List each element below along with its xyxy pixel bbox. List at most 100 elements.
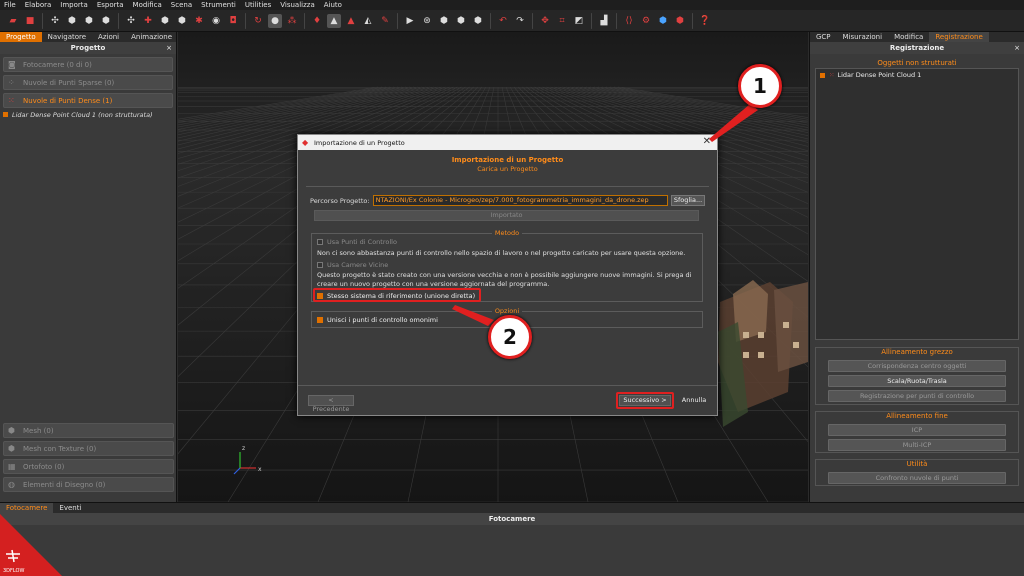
menu-importa[interactable]: Importa bbox=[60, 1, 88, 9]
menu-strumenti[interactable]: Strumenti bbox=[201, 1, 236, 9]
stats-icon[interactable]: ▟ bbox=[597, 14, 611, 28]
tab-azioni[interactable]: Azioni bbox=[92, 32, 125, 42]
use-control-points-option[interactable]: Usa Punti di Controllo bbox=[317, 238, 397, 246]
point-cloud-icon: ⁙ bbox=[829, 71, 835, 79]
section-icon[interactable]: ◩ bbox=[572, 14, 586, 28]
category-sparse-clouds[interactable]: ⁘ Nuvole di Punti Sparse (0) bbox=[3, 75, 173, 90]
left-bottom-categories: ⬢ Mesh (0) ⬢ Mesh con Texture (0) ▦ Orto… bbox=[0, 420, 177, 492]
drawing-elements-icon: ◍ bbox=[8, 480, 15, 489]
imported-button[interactable]: Importato bbox=[314, 210, 699, 221]
toolbar-separator bbox=[692, 12, 693, 29]
dialog-subheading: Carica un Progetto bbox=[477, 165, 538, 173]
close-icon[interactable]: ✕ bbox=[703, 136, 711, 147]
triangle-icon[interactable]: ▲ bbox=[344, 14, 358, 28]
tab-eventi[interactable]: Eventi bbox=[53, 503, 87, 513]
object-center-match-button[interactable]: Corrispondenza centro oggetti bbox=[828, 360, 1006, 372]
save-project-icon[interactable]: ■ bbox=[23, 14, 37, 28]
close-icon[interactable]: × bbox=[1014, 42, 1020, 54]
unstructured-objects-list[interactable]: ⁙ Lidar Dense Point Cloud 1 bbox=[815, 68, 1019, 340]
coarse-alignment-group: Allineamento grezzo Corrispondenza centr… bbox=[815, 347, 1019, 405]
use-near-cameras-option[interactable]: Usa Camere Vicine bbox=[317, 261, 388, 269]
close-icon[interactable]: × bbox=[166, 42, 172, 54]
texture-icon[interactable]: ✱ bbox=[192, 14, 206, 28]
cube-blue-icon[interactable]: ⬢ bbox=[656, 14, 670, 28]
tab-progetto[interactable]: Progetto bbox=[0, 32, 42, 42]
cameras-panel-title: Fotocamere bbox=[0, 513, 1024, 525]
category-mesh[interactable]: ⬢ Mesh (0) bbox=[3, 423, 174, 438]
tab-misurazioni[interactable]: Misurazioni bbox=[837, 32, 889, 42]
cube-b-icon[interactable]: ⬢ bbox=[454, 14, 468, 28]
menu-visualizza[interactable]: Visualizza bbox=[280, 1, 314, 9]
cube-c-icon[interactable]: ⬢ bbox=[471, 14, 485, 28]
category-cameras[interactable]: ◙ Fotocamere (0 di 0) bbox=[3, 57, 173, 72]
menu-modifica[interactable]: Modifica bbox=[133, 1, 162, 9]
dense-cloud-icon[interactable]: ⬢ bbox=[82, 14, 96, 28]
control-point-registration-button[interactable]: Registrazione per punti di controllo bbox=[828, 390, 1006, 402]
open-project-icon[interactable]: ▰ bbox=[6, 14, 20, 28]
merge-control-points-checkbox[interactable] bbox=[317, 317, 323, 323]
measure-icon[interactable]: ◭ bbox=[361, 14, 375, 28]
icp-button[interactable]: ICP bbox=[828, 424, 1006, 436]
cube-edit-icon[interactable]: ⬢ bbox=[175, 14, 189, 28]
mesh-icon[interactable]: ⬢ bbox=[99, 14, 113, 28]
scale-rotate-translate-button[interactable]: Scala/Ruota/Trasla bbox=[828, 375, 1006, 387]
utilities-group: Utilità Confronto nuvole di punti bbox=[815, 459, 1019, 486]
menu-utilities[interactable]: Utilities bbox=[245, 1, 271, 9]
category-orthophoto[interactable]: ▦ Ortofoto (0) bbox=[3, 459, 174, 474]
redo-icon[interactable]: ↷ bbox=[513, 14, 527, 28]
menu-elabora[interactable]: Elabora bbox=[25, 1, 52, 9]
grid-sphere-icon[interactable]: ⊛ bbox=[420, 14, 434, 28]
screenshot-icon[interactable]: ◘ bbox=[226, 14, 240, 28]
dialog-header: Importazione di un Progetto Carica un Pr… bbox=[298, 150, 717, 186]
category-dense-clouds[interactable]: ⁙ Nuvole di Punti Dense (1) bbox=[3, 93, 173, 108]
cube-a-icon[interactable]: ⬢ bbox=[437, 14, 451, 28]
menu-esporta[interactable]: Esporta bbox=[97, 1, 124, 9]
tab-animazione[interactable]: Animazione bbox=[125, 32, 178, 42]
project-path-row: Percorso Progetto: NTAZIONI/Ex Colonie -… bbox=[310, 195, 705, 206]
menu-aiuto[interactable]: Aiuto bbox=[324, 1, 342, 9]
mesh-wire-icon[interactable]: ▲ bbox=[327, 13, 341, 28]
undo-icon[interactable]: ↶ bbox=[496, 14, 510, 28]
menu-scena[interactable]: Scena bbox=[171, 1, 192, 9]
shading-icon[interactable]: ⁂ bbox=[285, 14, 299, 28]
cube-icon[interactable]: ⬢ bbox=[158, 14, 172, 28]
control-points-icon[interactable]: ✚ bbox=[141, 14, 155, 28]
previous-button[interactable]: < Precedente bbox=[308, 395, 354, 413]
cube-red-icon[interactable]: ⬢ bbox=[673, 14, 687, 28]
project-path-label: Percorso Progetto: bbox=[310, 196, 370, 205]
multi-icp-button[interactable]: Multi-ICP bbox=[828, 439, 1006, 451]
camera-icon[interactable]: ✣ bbox=[124, 14, 138, 28]
tab-modifica[interactable]: Modifica bbox=[888, 32, 929, 42]
merge-control-points-option[interactable]: Unisci i punti di controllo omonimi bbox=[317, 316, 438, 324]
brush-icon[interactable]: ✎ bbox=[378, 14, 392, 28]
tab-fotocamere[interactable]: Fotocamere bbox=[0, 503, 54, 513]
video-camera-icon[interactable]: ▶ bbox=[403, 14, 417, 28]
help-icon[interactable]: ❓ bbox=[698, 14, 712, 28]
crop-icon[interactable]: ⌗ bbox=[555, 14, 569, 28]
rotate-icon[interactable]: ↻ bbox=[251, 14, 265, 28]
point-size-icon[interactable]: ● bbox=[268, 13, 282, 28]
sparse-cloud-icon[interactable]: ⬢ bbox=[65, 14, 79, 28]
sphere-icon[interactable]: ◉ bbox=[209, 14, 223, 28]
camera-orientation-icon[interactable]: ✣ bbox=[48, 14, 62, 28]
light-icon[interactable]: ♦ bbox=[310, 14, 324, 28]
tab-gcp[interactable]: GCP bbox=[810, 32, 837, 42]
transform-icon[interactable]: ✥ bbox=[538, 14, 552, 28]
dense-cloud-icon: ⁙ bbox=[8, 96, 15, 105]
browse-button[interactable]: Sfoglia... bbox=[671, 195, 705, 206]
category-textured-mesh[interactable]: ⬢ Mesh con Texture (0) bbox=[3, 441, 174, 456]
category-drawing-elements[interactable]: ◍ Elementi di Disegno (0) bbox=[3, 477, 174, 492]
tab-navigatore[interactable]: Navigatore bbox=[42, 32, 92, 42]
unstructured-object-item[interactable]: ⁙ Lidar Dense Point Cloud 1 bbox=[820, 71, 1014, 79]
script-icon[interactable]: ⟨⟩ bbox=[622, 14, 636, 28]
project-path-input[interactable]: NTAZIONI/Ex Colonie - Microgeo/zep/7.000… bbox=[372, 195, 668, 206]
tab-registrazione[interactable]: Registrazione bbox=[929, 32, 989, 42]
use-control-points-checkbox[interactable] bbox=[317, 239, 323, 245]
settings-icon[interactable]: ⚙ bbox=[639, 14, 653, 28]
use-near-cameras-checkbox[interactable] bbox=[317, 262, 323, 268]
toolbar-separator bbox=[245, 12, 246, 29]
cancel-button[interactable]: Annulla bbox=[679, 395, 709, 406]
dense-cloud-item[interactable]: Lidar Dense Point Cloud 1 (non struttura… bbox=[3, 110, 173, 119]
menu-file[interactable]: File bbox=[4, 1, 16, 9]
compare-point-clouds-button[interactable]: Confronto nuvole di punti bbox=[828, 472, 1006, 484]
